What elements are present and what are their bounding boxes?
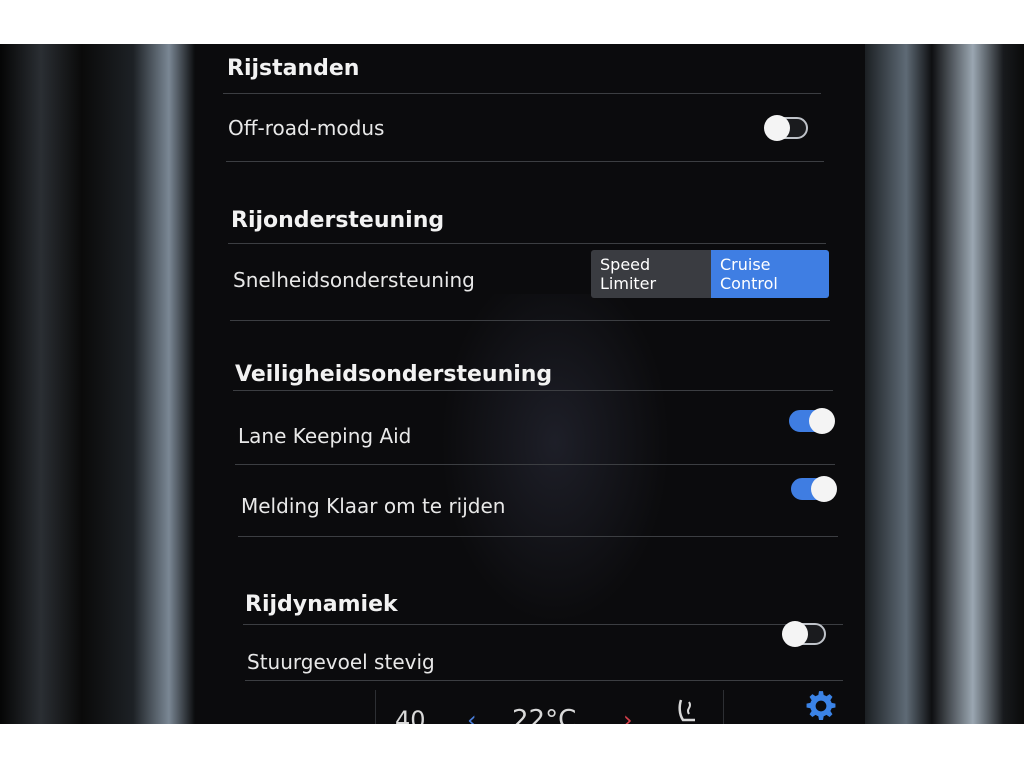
temp-up-arrow-icon[interactable]: › bbox=[623, 708, 633, 724]
section-heading-rijstanden: Rijstanden bbox=[227, 56, 360, 81]
divider bbox=[238, 536, 838, 537]
seat-heat-icon[interactable] bbox=[675, 698, 701, 724]
toggle-knob bbox=[764, 115, 790, 141]
divider bbox=[223, 93, 821, 94]
divider bbox=[226, 161, 824, 162]
screen-reflection bbox=[440, 294, 670, 624]
section-heading-veiligheidsondersteuning: Veiligheidsondersteuning bbox=[235, 362, 553, 387]
off-road-modus-toggle[interactable] bbox=[764, 115, 808, 141]
gear-icon[interactable] bbox=[804, 689, 838, 723]
row-label-lane-keeping-aid: Lane Keeping Aid bbox=[238, 424, 412, 448]
divider bbox=[243, 624, 843, 625]
row-label-off-road-modus: Off-road-modus bbox=[228, 116, 385, 140]
temp-down-arrow-icon[interactable]: ‹ bbox=[467, 708, 477, 724]
toggle-knob bbox=[809, 408, 835, 434]
row-label-stuurgevoel-stevig: Stuurgevoel stevig bbox=[247, 650, 435, 674]
bar-separator bbox=[723, 690, 724, 724]
speed-limiter-option[interactable]: Speed Limiter bbox=[591, 250, 711, 298]
divider bbox=[230, 320, 830, 321]
temperature-readout[interactable]: 22°C bbox=[512, 707, 576, 724]
fan-level[interactable]: 40 bbox=[395, 708, 426, 724]
car-center-display-bezel: Rijstanden Off-road-modus Rijondersteuni… bbox=[0, 44, 1024, 724]
stuurgevoel-stevig-toggle[interactable] bbox=[782, 621, 826, 647]
cruise-control-option[interactable]: Cruise Control bbox=[711, 250, 829, 298]
settings-screen: Rijstanden Off-road-modus Rijondersteuni… bbox=[195, 44, 865, 724]
divider bbox=[235, 464, 835, 465]
section-heading-rijondersteuning: Rijondersteuning bbox=[231, 208, 445, 233]
section-heading-rijdynamiek: Rijdynamiek bbox=[245, 592, 398, 617]
toggle-knob bbox=[782, 621, 808, 647]
toggle-knob bbox=[811, 476, 837, 502]
bar-separator bbox=[375, 690, 376, 724]
lane-keeping-aid-toggle[interactable] bbox=[789, 408, 835, 434]
divider bbox=[233, 390, 833, 391]
climate-bar: 40 ‹ 22°C › bbox=[195, 686, 865, 724]
row-label-melding-klaar-om-te-rijden: Melding Klaar om te rijden bbox=[241, 494, 506, 518]
speed-mode-selector[interactable]: Speed Limiter Cruise Control bbox=[591, 250, 829, 298]
divider bbox=[228, 243, 826, 244]
divider bbox=[245, 680, 843, 681]
melding-klaar-om-te-rijden-toggle[interactable] bbox=[791, 476, 837, 502]
row-label-snelheidsondersteuning: Snelheidsondersteuning bbox=[233, 268, 475, 292]
